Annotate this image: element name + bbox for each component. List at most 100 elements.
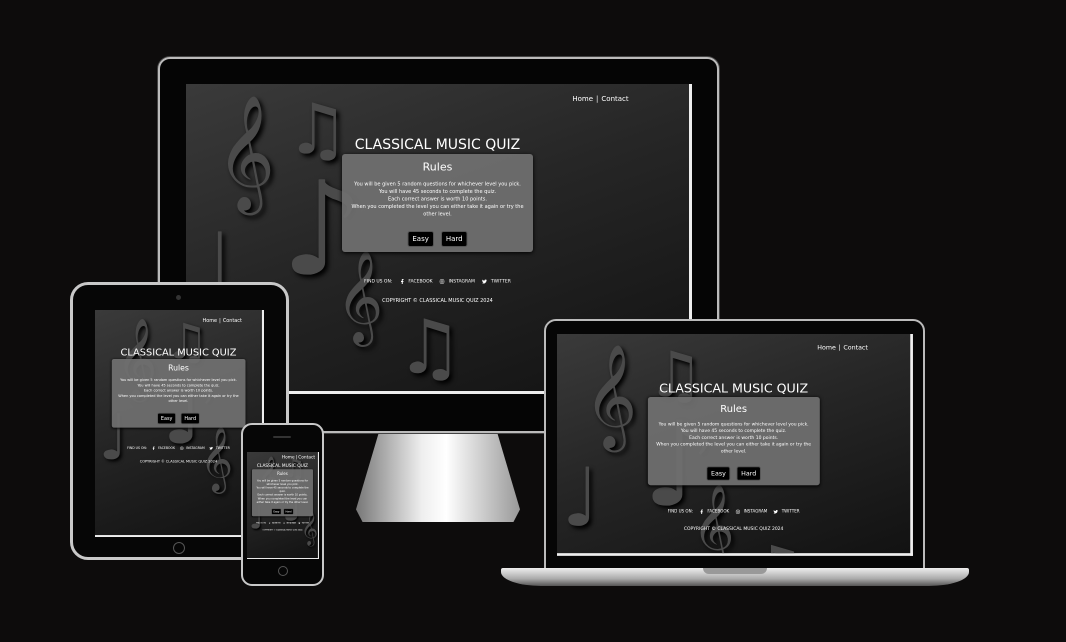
- top-nav: Home | Contact: [203, 318, 242, 324]
- tablet-camera: [176, 295, 181, 300]
- find-us-label: FIND US ON:: [256, 522, 267, 524]
- instagram-icon: [283, 522, 285, 524]
- hard-button[interactable]: Hard: [440, 231, 468, 247]
- quiz-site: 𝄞 ♫ ♪ 𝄞 ♩ ♫ Home | Contact CLASSICAL MUS…: [557, 334, 913, 556]
- hard-button[interactable]: Hard: [283, 508, 294, 515]
- nav-home-link[interactable]: Home: [282, 455, 295, 460]
- easy-button[interactable]: Easy: [157, 412, 176, 425]
- hard-button[interactable]: Hard: [736, 466, 761, 481]
- page-title: CLASSICAL MUSIC QUIZ: [659, 380, 809, 396]
- facebook-icon: [152, 446, 155, 450]
- instagram-icon: [439, 279, 445, 284]
- twitter-label: TWITTER: [301, 522, 309, 524]
- footer-social: FIND US ON: FACEBOOK INSTAGRAM TWITTER: [557, 509, 910, 515]
- facebook-link[interactable]: FACEBOOK: [269, 522, 281, 524]
- tablet-screen: 𝄞 ♫ ♪ 𝄞 ♩ ♫ Home | Contact CLASSICAL MUS…: [95, 310, 264, 537]
- rule-line: When you completed the level you can eit…: [118, 394, 239, 404]
- find-us-label: FIND US ON:: [667, 509, 693, 515]
- rule-line: You will be given 5 random questions for…: [658, 421, 809, 427]
- facebook-link[interactable]: FACEBOOK: [699, 509, 730, 515]
- rules-panel: Rules You will be given 5 random questio…: [251, 469, 313, 517]
- page-title: CLASSICAL MUSIC QUIZ: [256, 462, 309, 468]
- easy-button[interactable]: Easy: [706, 466, 731, 481]
- nav-separator: |: [596, 95, 599, 103]
- instagram-link[interactable]: INSTAGRAM: [283, 522, 296, 524]
- treble-clef-decoration: 𝄞: [336, 249, 384, 343]
- rules-heading: Rules: [277, 471, 288, 477]
- rules-heading: Rules: [168, 363, 189, 373]
- rule-line: You will have 45 seconds to complete the…: [680, 428, 787, 434]
- twitter-label: TWITTER: [215, 446, 230, 451]
- rules-panel: Rules You will be given 5 random questio…: [647, 397, 820, 486]
- instagram-icon: [735, 509, 740, 514]
- instagram-link[interactable]: INSTAGRAM: [735, 509, 768, 515]
- quiz-site: 𝄞 ♫ ♪ 𝄞 ♩ ♫ Home | Contact CLASSICAL MUS…: [95, 310, 264, 537]
- phone-home-button[interactable]: [278, 566, 288, 576]
- treble-clef-decoration: 𝄞: [216, 94, 276, 211]
- phone-speaker: [273, 436, 291, 438]
- rule-line: When you completed the level you can eit…: [351, 204, 524, 217]
- twitter-icon: [773, 509, 779, 514]
- treble-clef-decoration: 𝄞: [584, 343, 638, 448]
- facebook-link[interactable]: FACEBOOK: [399, 279, 433, 284]
- treble-clef-decoration: 𝄞: [200, 425, 234, 491]
- twitter-link[interactable]: TWITTER: [481, 279, 511, 284]
- nav-separator: |: [838, 343, 841, 352]
- nav-home-link[interactable]: Home: [203, 318, 217, 324]
- find-us-label: FIND US ON:: [364, 279, 393, 284]
- facebook-label: FACEBOOK: [707, 509, 730, 515]
- nav-separator: |: [219, 317, 221, 324]
- facebook-label: FACEBOOK: [408, 279, 433, 284]
- nav-contact-link[interactable]: Contact: [601, 95, 628, 103]
- facebook-link[interactable]: FACEBOOK: [152, 446, 176, 451]
- top-nav: Home | Contact: [282, 455, 315, 460]
- top-nav: Home | Contact: [817, 344, 868, 351]
- copyright-text: COPYRIGHT © CLASSICAL MUSIC QUIZ 2024: [683, 526, 784, 532]
- twitter-label: TWITTER: [781, 509, 800, 515]
- facebook-label: FACEBOOK: [158, 446, 176, 451]
- rule-line: You will have 45 seconds to complete the…: [378, 189, 497, 195]
- instagram-label: INSTAGRAM: [186, 446, 205, 451]
- tablet-home-button[interactable]: [173, 542, 185, 554]
- rule-line: Each correct answer is worth 10 points.: [689, 435, 779, 441]
- instagram-link[interactable]: INSTAGRAM: [439, 279, 475, 284]
- quiz-site: 𝄞 ♫ ♪ 𝄞 ♩ ♫ Home | Contact CLASSICAL MUS…: [247, 452, 319, 559]
- copyright-text: COPYRIGHT © CLASSICAL MUSIC QUIZ 2024: [262, 529, 303, 532]
- twitter-icon: [481, 279, 487, 284]
- nav-contact-link[interactable]: Contact: [223, 318, 242, 324]
- rule-line: When you completed the level you can eit…: [256, 497, 309, 504]
- nav-home-link[interactable]: Home: [817, 344, 836, 351]
- page-title: CLASSICAL MUSIC QUIZ: [354, 136, 521, 153]
- facebook-icon: [700, 509, 703, 514]
- monitor-stand: [356, 432, 520, 522]
- rules-heading: Rules: [720, 403, 747, 415]
- rule-line: Each correct answer is worth 10 points.: [388, 196, 487, 203]
- easy-button[interactable]: Easy: [271, 508, 282, 515]
- note-decoration: ♫: [746, 532, 807, 553]
- laptop-notch: [703, 568, 767, 574]
- hard-button[interactable]: Hard: [180, 412, 200, 425]
- twitter-link[interactable]: TWITTER: [773, 509, 800, 515]
- rules-panel: Rules You will be given 5 random questio…: [342, 154, 533, 252]
- twitter-link[interactable]: TWITTER: [298, 522, 309, 524]
- twitter-icon: [298, 522, 301, 524]
- rule-line: You will be given 5 random questions for…: [354, 181, 521, 188]
- nav-contact-link[interactable]: Contact: [843, 344, 868, 351]
- page-title: CLASSICAL MUSIC QUIZ: [120, 346, 237, 358]
- nav-contact-link[interactable]: Contact: [298, 455, 315, 460]
- nav-home-link[interactable]: Home: [572, 95, 593, 103]
- twitter-label: TWITTER: [490, 279, 511, 284]
- rule-line: When you completed the level you can eit…: [656, 442, 812, 454]
- rule-line: You will be given 5 random questions for…: [256, 479, 309, 486]
- instagram-icon: [180, 446, 184, 450]
- rules-heading: Rules: [422, 161, 453, 174]
- facebook-icon: [400, 279, 404, 284]
- note-decoration: ♫: [396, 304, 464, 391]
- laptop-screen: 𝄞 ♫ ♪ 𝄞 ♩ ♫ Home | Contact CLASSICAL MUS…: [557, 334, 913, 556]
- facebook-label: FACEBOOK: [271, 522, 281, 524]
- easy-button[interactable]: Easy: [407, 231, 434, 247]
- find-us-label: FIND US ON:: [127, 446, 147, 451]
- twitter-link[interactable]: TWITTER: [209, 446, 230, 451]
- instagram-label: INSTAGRAM: [743, 509, 768, 515]
- instagram-link[interactable]: INSTAGRAM: [180, 446, 205, 451]
